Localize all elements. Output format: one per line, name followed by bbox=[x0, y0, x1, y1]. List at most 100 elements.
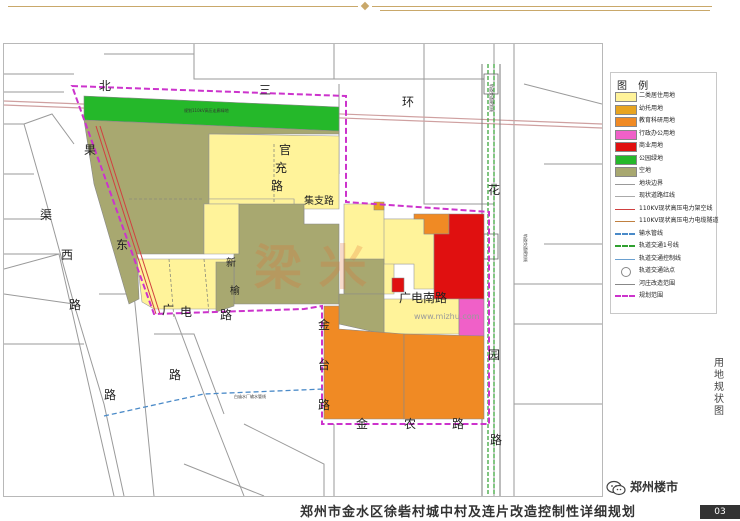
header-rule-right bbox=[372, 6, 712, 7]
watermark-logo: 梁 米 bbox=[254, 240, 367, 296]
legend-swatch bbox=[615, 92, 637, 102]
parcel-vacant-south[interactable] bbox=[338, 293, 385, 335]
wechat-badge[interactable]: 郑州楼市 bbox=[606, 478, 726, 498]
legend-item: 二类居住用地 bbox=[615, 91, 713, 102]
legend-label: 公园绿地 bbox=[639, 154, 664, 162]
road-label-lu-west2: 路 bbox=[169, 367, 181, 382]
legend-swatch bbox=[615, 258, 635, 260]
legend-swatch bbox=[615, 142, 637, 152]
legend-swatch bbox=[615, 196, 635, 197]
header-rule-right-2 bbox=[380, 10, 710, 11]
wechat-account-name: 郑州楼市 bbox=[630, 480, 679, 494]
legend-swatch bbox=[621, 267, 631, 277]
legend-item: 规划范围 bbox=[615, 291, 713, 301]
legend-swatch bbox=[615, 245, 635, 247]
legend-swatch bbox=[615, 183, 635, 185]
road-label-qu: 渠 bbox=[40, 208, 52, 222]
road-label-tai: 台 bbox=[318, 357, 330, 372]
legend-item: 河庄改造范围 bbox=[615, 279, 713, 289]
legend-label: 110KV现状高压电力架空线 bbox=[639, 204, 713, 212]
legend-item: 幼托用地 bbox=[615, 104, 713, 115]
legend-item: 现状道路红线 bbox=[615, 191, 713, 201]
header-diamond bbox=[360, 1, 370, 11]
rail-corridor bbox=[481, 64, 501, 496]
legend-label: 现状道路红线 bbox=[639, 192, 676, 199]
legend-label: 教育科研用地 bbox=[639, 117, 676, 124]
road-label-xi: 西 bbox=[61, 248, 73, 262]
legend-label: 行政办公用地 bbox=[639, 129, 676, 137]
road-label-jin-tai: 金 bbox=[318, 317, 330, 332]
parcel-commercial-small[interactable] bbox=[391, 277, 405, 293]
road-label-guang: 广 bbox=[162, 303, 174, 317]
watermark-url: www.mizhu.com bbox=[414, 312, 480, 321]
legend-swatch bbox=[615, 295, 635, 297]
legend-item: 地块边界 bbox=[615, 179, 713, 189]
legend-swatch bbox=[615, 283, 635, 285]
road-label-jin-nong: 金 bbox=[356, 416, 368, 431]
legend-item: 教育科研用地 bbox=[615, 116, 713, 127]
legend-label: 规划范围 bbox=[639, 292, 664, 299]
road-label-lu-west: 路 bbox=[69, 297, 81, 312]
water-pipe-note: 白庙水厂输水管线 bbox=[234, 393, 266, 399]
map-canvas: 梁 米 www.mizhu.com 规划110kV高压走廊绿地 白庙水厂输水管线… bbox=[4, 44, 602, 496]
rail-note-east: 轨道交通规划线 bbox=[523, 234, 529, 262]
legend-label: 空地 bbox=[639, 167, 652, 174]
legend-label: 轨道交通站点 bbox=[639, 267, 676, 274]
legend-item: 输水管线 bbox=[615, 229, 713, 239]
legend-swatch bbox=[615, 167, 637, 177]
legend-item: 商业用地 bbox=[615, 141, 713, 152]
parcel-education-south-east[interactable] bbox=[403, 333, 485, 420]
road-label-nong: 农 bbox=[404, 417, 416, 431]
road-label-xinkai: 新 bbox=[226, 256, 236, 269]
header-rule-left bbox=[8, 6, 358, 7]
legend-item: 公园绿地 bbox=[615, 154, 713, 165]
green-belt-note: 规划110kV高压走廊绿地 bbox=[184, 107, 229, 113]
footer: 郑州市金水区徐砦村城中村及连片改造控制性详细规划 bbox=[0, 497, 740, 521]
footer-title: 郑州市金水区徐砦村城中村及连片改造控制性详细规划 bbox=[300, 505, 637, 520]
legend-swatch bbox=[615, 232, 635, 235]
road-label-lu-jn: 路 bbox=[452, 416, 464, 431]
road-label-dian: 电 bbox=[180, 305, 192, 319]
road-label-guangdian: 广电南路 bbox=[399, 290, 447, 305]
wechat-icon bbox=[606, 480, 626, 496]
road-label-jiuzhi: 集支路 bbox=[304, 194, 334, 207]
legend-label: 轨道交通1号线 bbox=[639, 242, 679, 249]
svg-text:梁 米: 梁 米 bbox=[254, 240, 367, 296]
legend-item: 空地 bbox=[615, 166, 713, 177]
legend-swatch bbox=[615, 117, 637, 127]
road-label-guo: 果 bbox=[84, 143, 96, 157]
legend-swatch bbox=[615, 154, 637, 165]
legend-item: 轨道交通1号线 bbox=[615, 241, 713, 251]
parcel-residential-west-a[interactable] bbox=[203, 203, 240, 255]
water-pipe bbox=[103, 388, 325, 417]
legend-label: 地块边界 bbox=[639, 179, 664, 187]
legend-label: 幼托用地 bbox=[639, 104, 664, 112]
road-label-lu-gd: 路 bbox=[220, 307, 232, 322]
legend-label: 输水管线 bbox=[639, 229, 664, 237]
legend-label: 商业用地 bbox=[639, 142, 664, 149]
land-use-map[interactable]: 梁 米 www.mizhu.com 规划110kV高压走廊绿地 白庙水厂输水管线… bbox=[3, 43, 603, 497]
rail-note-north: 轨道交通规划线 bbox=[489, 84, 495, 112]
road-label-lu-jt: 路 bbox=[318, 397, 330, 412]
road-label-lu-guan: 路 bbox=[271, 178, 283, 193]
legend-label: 轨道交通控制线 bbox=[639, 254, 682, 262]
road-label-san: 三 bbox=[259, 83, 271, 97]
legend-swatch bbox=[615, 104, 637, 115]
road-label-liu: 榆 bbox=[230, 284, 240, 297]
legend-label: 二类居住用地 bbox=[639, 92, 676, 99]
road-label-huan: 环 bbox=[402, 95, 414, 109]
legend-item: 110KV现状高压电力电缆隧道 bbox=[615, 216, 719, 226]
road-label-guan: 官 bbox=[279, 142, 291, 157]
road-label-hua: 花 bbox=[488, 182, 500, 197]
road-label-lu-east: 路 bbox=[490, 432, 502, 447]
side-tag: 用地规状图 bbox=[714, 358, 724, 417]
legend-item: 轨道交通站点 bbox=[615, 266, 713, 277]
legend-item: 轨道交通控制线 bbox=[615, 254, 713, 264]
road-label-chong: 充 bbox=[275, 160, 287, 175]
legend-label: 110KV现状高压电力电缆隧道 bbox=[639, 217, 719, 224]
legend-swatch bbox=[615, 221, 635, 222]
map-legend: 图 例 二类居住用地 幼托用地 教育科研用地 行政办公用地 商业用地 公园绿地 空地 地块边界… bbox=[610, 72, 719, 314]
legend-item: 行政办公用地 bbox=[615, 129, 713, 140]
road-label-lu-west3: 路 bbox=[104, 387, 116, 402]
road-label-yuan: 园 bbox=[488, 348, 500, 362]
